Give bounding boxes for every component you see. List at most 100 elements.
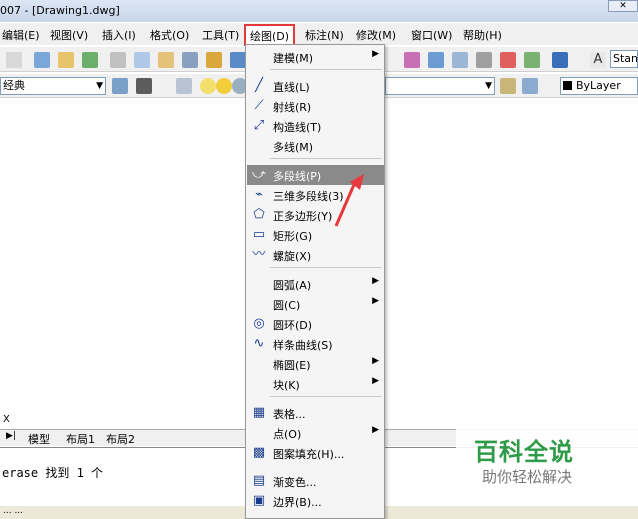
submenu-arrow-icon: ▶ (372, 49, 379, 59)
plot-icon[interactable] (6, 52, 22, 68)
workspace-combo-value: 经典 (3, 79, 25, 92)
window-title: 007 - [Drawing1.dwg] (0, 4, 120, 17)
tab-layout1[interactable]: 布局1 (66, 431, 95, 447)
spline-icon: ∿ (253, 336, 265, 351)
menu-item-xline[interactable]: ⤢ 构造线(T) (247, 116, 384, 136)
menu-bar: 编辑(E) 视图(V) 插入(I) 格式(O) 工具(T) 绘图(D) 标注(N… (0, 23, 638, 48)
menu-item-label: 多线(M) (273, 141, 314, 154)
workspace-save-icon[interactable] (136, 78, 152, 94)
annotation-arrow-icon (334, 174, 364, 227)
menu-item-ray[interactable]: ⟋ 射线(R) (247, 96, 384, 116)
menu-item-label: 圆环(D) (273, 319, 313, 332)
block-editor-icon[interactable] (206, 52, 222, 68)
layer-on-icon[interactable] (200, 78, 216, 94)
watermark: 百科全说 助你轻松解决 (456, 428, 638, 496)
menu-item-block[interactable]: 块(K) ▶ (247, 374, 384, 394)
tab-nav-icon[interactable]: ▶| (6, 431, 16, 441)
sheet-set-icon[interactable] (476, 52, 492, 68)
menu-item-label: 表格... (273, 408, 306, 421)
3d-dwf-icon[interactable] (82, 52, 98, 68)
workspace-combo[interactable]: 经典 ▼ (0, 77, 106, 95)
xline-icon: ⤢ (253, 118, 265, 133)
menu-item-label: 圆弧(A) (273, 279, 312, 292)
help-icon[interactable] (552, 52, 568, 68)
menu-item-boundary[interactable]: ▣ 边界(B)... (247, 491, 384, 511)
watermark-title: 百科全说 (474, 438, 574, 466)
chevron-down-icon: ▼ (96, 81, 103, 91)
menu-item-hatch[interactable]: ▩ 图案填充(H)... (247, 443, 384, 463)
menu-separator (270, 158, 382, 159)
workspace-settings-icon[interactable] (112, 78, 128, 94)
properties-icon[interactable] (404, 52, 420, 68)
menu-item-label: 直线(L) (273, 81, 310, 94)
color-combo[interactable]: ByLayer (560, 77, 638, 95)
color-combo-value: ByLayer (576, 79, 621, 92)
layer-combo[interactable]: ▼ (385, 77, 495, 95)
menu-item-table[interactable]: ▦ 表格... (247, 403, 384, 423)
publish-icon[interactable] (58, 52, 74, 68)
menu-item-label: 多段线(P) (273, 170, 322, 183)
menu-item-label: 射线(R) (273, 101, 312, 114)
menu-help[interactable]: 帮助(H) (463, 27, 502, 43)
menu-item-label: 正多边形(Y) (273, 210, 333, 223)
menu-item-arc[interactable]: 圆弧(A) ▶ (247, 274, 384, 294)
menu-insert[interactable]: 插入(I) (102, 27, 136, 43)
cut-icon[interactable] (110, 52, 126, 68)
menu-dimension[interactable]: 标注(N) (305, 27, 344, 43)
menu-item-circle[interactable]: 圆(C) ▶ (247, 294, 384, 314)
donut-icon: ◎ (253, 316, 265, 331)
menu-edit[interactable]: 编辑(E) (2, 27, 40, 43)
menu-item-ellipse[interactable]: 椭圆(E) ▶ (247, 354, 384, 374)
layer-previous-icon[interactable] (522, 78, 538, 94)
menu-item-helix[interactable]: 〰 螺旋(X) (247, 245, 384, 265)
text-style-icon[interactable]: A (590, 52, 606, 68)
status-text: ... ... (3, 506, 24, 516)
submenu-arrow-icon: ▶ (372, 276, 379, 286)
markup-icon[interactable] (500, 52, 516, 68)
watermark-subtitle: 助你轻松解决 (482, 468, 573, 486)
ucs-axis-label: X (3, 414, 10, 425)
tool-palettes-icon[interactable] (452, 52, 468, 68)
menu-tools[interactable]: 工具(T) (202, 27, 239, 43)
make-layer-current-icon[interactable] (500, 78, 516, 94)
hatch-icon: ▩ (252, 445, 266, 460)
paste-icon[interactable] (158, 52, 174, 68)
quickcalc-icon[interactable] (524, 52, 540, 68)
copy-icon[interactable] (134, 52, 150, 68)
menu-item-line[interactable]: ╱ 直线(L) (247, 76, 384, 96)
boundary-icon: ▣ (252, 493, 266, 508)
draw-menu: 建模(M) ▶ ╱ 直线(L) ⟋ 射线(R) ⤢ 构造线(T) 多线(M) ⤻… (245, 44, 385, 519)
menu-window[interactable]: 窗口(W) (411, 27, 452, 43)
polyline-icon: ⤻ (252, 167, 266, 182)
tab-model[interactable]: 模型 (28, 431, 50, 447)
menu-item-label: 渐变色... (273, 476, 317, 489)
menu-item-label: 椭圆(E) (273, 359, 311, 372)
menu-item-label: 点(O) (273, 428, 302, 441)
submenu-arrow-icon: ▶ (372, 425, 379, 435)
menu-item-gradient[interactable]: ▤ 渐变色... (247, 471, 384, 491)
menu-view[interactable]: 视图(V) (50, 27, 88, 43)
design-center-icon[interactable] (428, 52, 444, 68)
menu-item-spline[interactable]: ∿ 样条曲线(S) (247, 334, 384, 354)
text-style-combo[interactable]: Stan (610, 50, 638, 68)
3dpoly-icon: ⌁ (255, 187, 263, 202)
layer-manager-icon[interactable] (176, 78, 192, 94)
menu-item-mline[interactable]: 多线(M) (247, 136, 384, 156)
menu-item-point[interactable]: 点(O) ▶ (247, 423, 384, 443)
undo-icon[interactable] (230, 52, 246, 68)
menu-item-donut[interactable]: ◎ 圆环(D) (247, 314, 384, 334)
match-properties-icon[interactable] (182, 52, 198, 68)
tab-layout2[interactable]: 布局2 (106, 431, 135, 447)
layer-freeze-icon[interactable] (216, 78, 232, 94)
preview-icon[interactable] (34, 52, 50, 68)
menu-item-label: 边界(B)... (273, 496, 322, 509)
close-button[interactable]: ✕ (608, 0, 638, 12)
menu-item-label: 图案填充(H)... (273, 448, 345, 461)
menu-item-label: 构造线(T) (273, 121, 322, 134)
menu-item-label: 样条曲线(S) (273, 339, 333, 352)
ray-icon: ⟋ (254, 98, 264, 113)
menu-format[interactable]: 格式(O) (150, 27, 189, 43)
helix-icon: 〰 (252, 247, 266, 262)
menu-item-modeling[interactable]: 建模(M) ▶ (247, 47, 384, 67)
menu-modify[interactable]: 修改(M) (356, 27, 396, 43)
